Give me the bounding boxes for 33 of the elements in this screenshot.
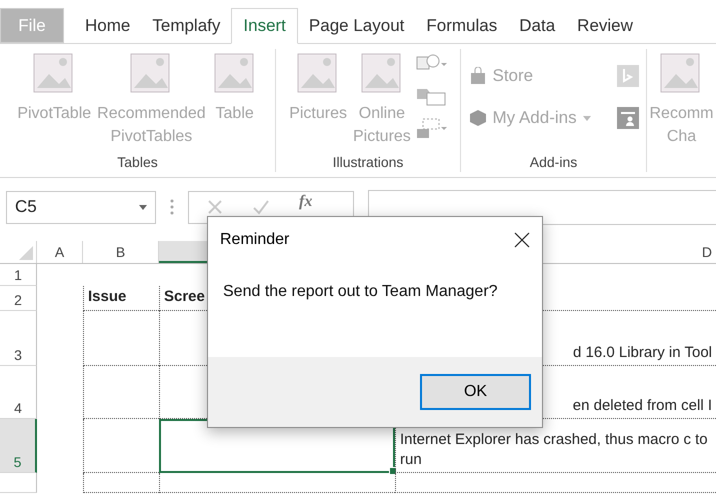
ribbon-tab[interactable]: Insert <box>231 8 298 44</box>
row-header[interactable]: 5 <box>0 419 37 473</box>
people-graph-icon[interactable] <box>616 107 638 129</box>
ribbon-tab[interactable]: Formulas <box>415 9 508 43</box>
bing-icon[interactable] <box>616 65 638 87</box>
ribbon-tab[interactable]: Templafy <box>141 9 232 43</box>
row-header[interactable]: 2 <box>0 286 37 311</box>
caret-icon <box>139 204 147 210</box>
cube-icon <box>468 109 486 127</box>
ribbon-tab[interactable]: Review <box>566 9 644 43</box>
ok-button[interactable]: OK <box>420 374 531 410</box>
group-label: Tables <box>116 153 159 172</box>
ribbon-tab[interactable]: Page Layout <box>298 9 416 43</box>
row-header[interactable]: 3 <box>0 311 37 366</box>
grip-icon <box>170 199 174 215</box>
bag-icon <box>468 67 486 85</box>
fill-handle[interactable] <box>389 467 397 475</box>
row-header[interactable]: 1 <box>0 264 37 286</box>
ribbon-tab[interactable]: Home <box>74 9 142 43</box>
select-all-icon[interactable] <box>19 246 33 260</box>
group-label: Add-ins <box>528 153 578 172</box>
close-icon[interactable] <box>514 232 530 248</box>
name-box[interactable]: C5 <box>6 190 156 224</box>
dialog-title: Reminder <box>220 231 290 249</box>
insert-function-button[interactable]: fx <box>299 194 312 210</box>
caret-icon <box>582 116 591 120</box>
ribbon-tab[interactable]: Data <box>508 9 566 43</box>
table-cell: Issue <box>83 286 159 311</box>
check-icon[interactable] <box>253 199 269 215</box>
group-label: Illustrations <box>332 153 404 172</box>
column-header[interactable]: A <box>37 241 83 263</box>
camera-icon[interactable] <box>414 117 449 139</box>
row-header[interactable] <box>0 473 37 493</box>
